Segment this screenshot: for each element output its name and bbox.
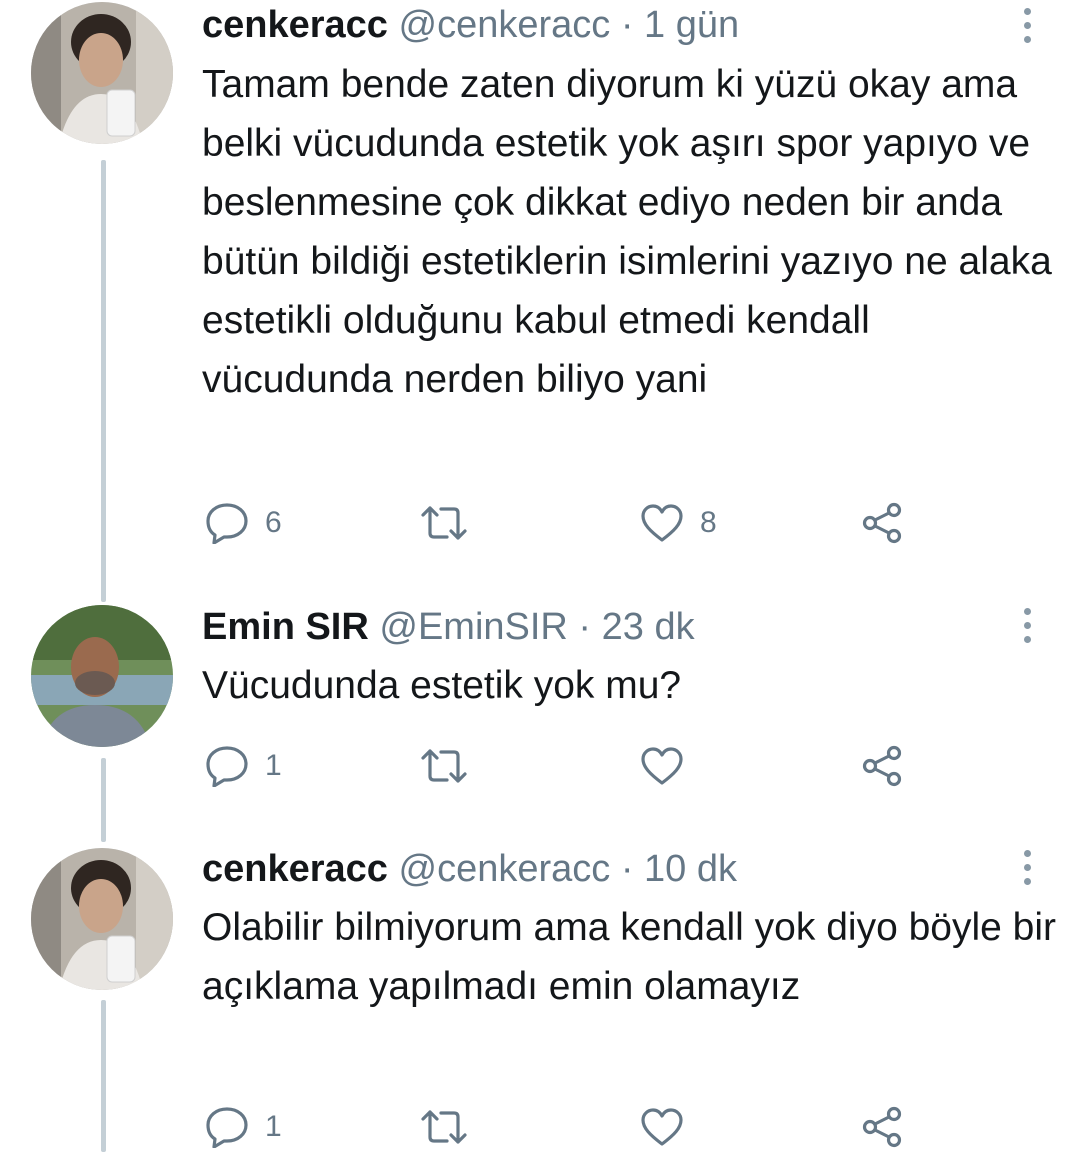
- reply-icon: [206, 1107, 248, 1148]
- avatar[interactable]: [31, 2, 173, 144]
- reply-icon: [206, 503, 248, 544]
- tweet-header: cenkeracc @cenkeracc · 10 dk: [202, 846, 737, 892]
- tweet-actions: 1: [202, 1102, 922, 1152]
- reply-icon: [206, 746, 248, 787]
- like-button[interactable]: 8: [640, 498, 717, 548]
- handle[interactable]: @cenkeracc: [399, 848, 611, 890]
- separator: ·: [610, 4, 645, 46]
- reply-button[interactable]: 1: [205, 741, 282, 791]
- like-button[interactable]: [640, 1102, 700, 1152]
- retweet-icon: [421, 749, 467, 783]
- tweet[interactable]: cenkeracc @cenkeracc · 10 dk Olabilir bi…: [0, 846, 1079, 1152]
- tweet-text: Vücudunda estetik yok mu?: [202, 664, 682, 707]
- like-button[interactable]: [640, 741, 700, 791]
- reply-button[interactable]: 1: [205, 1102, 282, 1152]
- handle[interactable]: @EminSIR: [379, 606, 568, 648]
- retweet-button[interactable]: [419, 498, 485, 548]
- handle[interactable]: @cenkeracc: [399, 4, 611, 46]
- retweet-button[interactable]: [419, 1102, 485, 1152]
- share-button[interactable]: [861, 498, 903, 548]
- reply-button[interactable]: 6: [205, 498, 282, 548]
- avatar[interactable]: [31, 605, 173, 747]
- retweet-icon: [421, 1110, 467, 1144]
- separator: ·: [610, 848, 645, 890]
- tweet[interactable]: Emin SIR @EminSIR · 23 dk Vücudunda este…: [0, 604, 1079, 804]
- share-button[interactable]: [861, 1102, 903, 1152]
- display-name[interactable]: cenkeracc: [202, 848, 388, 890]
- tweet-header: Emin SIR @EminSIR · 23 dk: [202, 604, 695, 650]
- retweet-button[interactable]: [419, 741, 485, 791]
- timestamp[interactable]: 10 dk: [644, 848, 737, 890]
- reply-count: 6: [265, 506, 282, 539]
- tweet[interactable]: cenkeracc @cenkeracc · 1 gün Tamam bende…: [0, 0, 1079, 560]
- more-options-icon[interactable]: [1012, 8, 1042, 48]
- more-options-icon[interactable]: [1012, 608, 1042, 648]
- share-icon: [862, 745, 902, 787]
- display-name[interactable]: Emin SIR: [202, 606, 369, 648]
- separator: ·: [567, 606, 602, 648]
- reply-count: 1: [265, 1110, 282, 1143]
- tweet-actions: 6 8: [202, 498, 922, 548]
- share-icon: [862, 502, 902, 544]
- retweet-icon: [421, 506, 467, 540]
- tweet-text: Olabilir bilmiyorum ama kendall yok diyo…: [202, 906, 1057, 1008]
- heart-icon: [641, 504, 683, 542]
- display-name[interactable]: cenkeracc: [202, 4, 388, 46]
- tweet-text: Tamam bende zaten diyorum ki yüzü okay a…: [202, 63, 1052, 401]
- tweet-actions: 1: [202, 741, 922, 791]
- heart-icon: [641, 747, 683, 785]
- avatar[interactable]: [31, 848, 173, 990]
- timestamp[interactable]: 23 dk: [602, 606, 695, 648]
- more-options-icon[interactable]: [1012, 850, 1042, 890]
- timestamp[interactable]: 1 gün: [644, 4, 739, 46]
- tweet-header: cenkeracc @cenkeracc · 1 gün: [202, 2, 739, 48]
- share-icon: [862, 1106, 902, 1148]
- reply-count: 1: [265, 749, 282, 782]
- share-button[interactable]: [861, 741, 903, 791]
- heart-icon: [641, 1108, 683, 1146]
- like-count: 8: [700, 506, 717, 539]
